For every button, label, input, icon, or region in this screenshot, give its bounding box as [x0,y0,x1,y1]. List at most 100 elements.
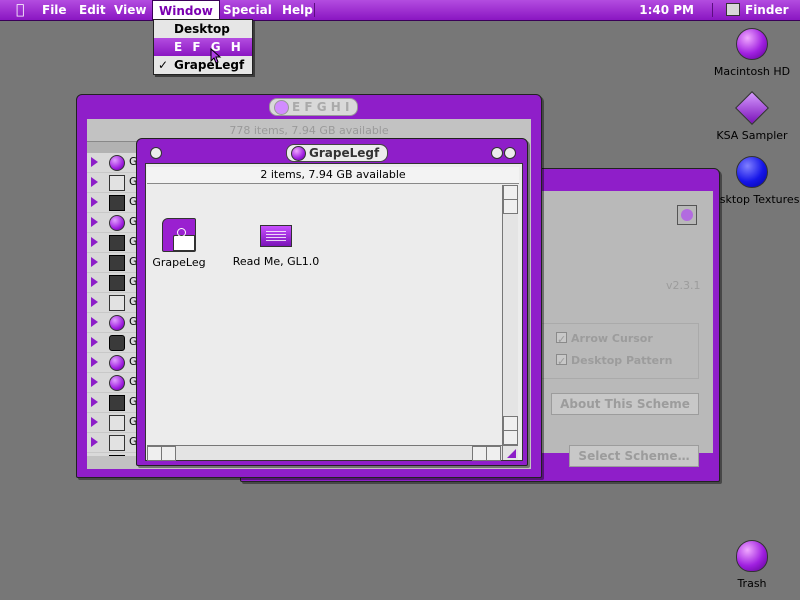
list-item[interactable]: G [87,293,139,313]
menu-file[interactable]: File [36,0,73,20]
hard-drive-icon [736,28,768,60]
list-item[interactable]: G [87,253,139,273]
list-item[interactable]: G [87,153,139,173]
disclosure-triangle-icon[interactable] [91,437,98,447]
file-item[interactable]: Read Me, GL1.0 [231,221,321,268]
select-scheme-button[interactable]: Select Scheme… [569,445,699,467]
scroll-down-icon[interactable] [503,430,518,445]
list-item[interactable]: G [87,213,139,233]
checkbox-icon: ✓ [556,332,567,346]
about-scheme-button[interactable]: About This Scheme [551,393,699,415]
scroll-left-icon[interactable] [161,446,176,461]
disclosure-triangle-icon[interactable] [91,397,98,407]
document-icon [260,225,292,247]
list-item[interactable]: G [87,413,139,433]
desktop-icon-macintosh-hd[interactable]: Macintosh HD [697,28,800,78]
app-icon [109,195,125,211]
app-icon [109,275,125,291]
vertical-scrollbar[interactable] [502,185,518,445]
disclosure-triangle-icon[interactable] [91,297,98,307]
disclosure-triangle-icon[interactable] [91,377,98,387]
menu-item-grapelegf[interactable]: ✓ GrapeLegf [154,56,252,74]
desktop-icon-label: KSA Sampler [716,129,788,142]
app-icon [109,175,125,191]
list-item[interactable]: G [87,453,139,456]
horizontal-scrollbar[interactable] [147,445,502,461]
grapelegf-window[interactable]: GrapeLegf 2 items, 7.94 GB available Gra… [136,138,528,466]
image-file-icon [109,235,125,251]
list-item[interactable]: G [87,233,139,253]
scroll-right-icon[interactable] [472,446,487,461]
menu-separator [314,3,315,17]
disclosure-triangle-icon[interactable] [91,177,98,187]
collapse-box-icon[interactable] [504,147,516,159]
folder-icon [109,215,125,231]
desktop-icon-trash[interactable]: Trash [697,540,800,590]
window-title[interactable]: E F G H I [269,98,359,116]
list-item[interactable]: G [87,373,139,393]
window-info: 2 items, 7.94 GB available [147,167,519,184]
application-menu[interactable]: Finder [720,0,795,20]
disclosure-triangle-icon[interactable] [91,257,98,267]
window-title[interactable]: GrapeLegf [286,144,389,162]
diamond-app-icon [735,91,769,125]
window-title-icon [291,146,306,161]
scroll-left-icon[interactable] [147,446,162,461]
disclosure-triangle-icon[interactable] [91,417,98,427]
image-file-icon [109,255,125,271]
window-title-label: E F G H I [292,100,350,114]
disclosure-triangle-icon[interactable] [91,317,98,327]
checkbox-icon: ✓ [556,354,567,368]
arrow-cursor-label: Arrow Cursor [571,332,653,345]
scheme-preview-button[interactable] [677,205,697,225]
list-item[interactable]: G [87,353,139,373]
list-item[interactable]: G [87,193,139,213]
menu-special[interactable]: Special [217,0,278,20]
list-item[interactable]: G [87,333,139,353]
checkmark-icon: ✓ [158,58,169,72]
scroll-down-icon[interactable] [503,416,518,431]
list-item[interactable]: G [87,393,139,413]
menu-item-desktop[interactable]: Desktop [154,20,252,38]
disclosure-triangle-icon[interactable] [91,277,98,287]
list-item[interactable]: G [87,313,139,333]
disclosure-triangle-icon[interactable] [91,197,98,207]
disclosure-triangle-icon[interactable] [91,237,98,247]
list-item[interactable]: G [87,433,139,453]
zoom-box-icon[interactable] [491,147,503,159]
menu-clock[interactable]: 1:40 PM [633,0,700,20]
resize-handle-icon[interactable] [502,445,518,460]
scheme-sphere-icon [681,209,693,221]
finder-icon [726,3,740,16]
file-item[interactable]: GrapeLeg [149,218,209,269]
options-group: ✓ Arrow Cursor ✓ Desktop Pattern [541,323,699,379]
window-title-icon [274,100,289,115]
trash-icon [736,540,768,572]
disclosure-triangle-icon[interactable] [91,357,98,367]
arrow-cursor-option[interactable]: ✓ Arrow Cursor [556,332,653,346]
disclosure-triangle-icon[interactable] [91,217,98,227]
list-item[interactable]: G [87,273,139,293]
folder-icon [109,355,125,371]
desktop-icon-ksa-sampler[interactable]: KSA Sampler [697,91,800,142]
close-box-icon[interactable] [150,147,162,159]
document-icon [109,295,125,311]
disclosure-triangle-icon[interactable] [91,337,98,347]
version-label: v2.3.1 [666,279,701,292]
disclosure-triangle-icon[interactable] [91,157,98,167]
desktop-pattern-option[interactable]: ✓ Desktop Pattern [556,354,672,368]
scroll-up-icon[interactable] [503,199,518,214]
menu-window[interactable]: Window [152,0,220,20]
desktop-icon-label: Macintosh HD [713,65,791,78]
menu-item-efghi[interactable]: E F G H I [154,38,252,72]
file-item-label: GrapeLeg [152,256,206,269]
menu-bar:  File Edit View Window Special Help 1:4… [0,0,800,21]
apple-menu-icon[interactable]:  [10,0,30,20]
menu-item-label: Desktop [174,22,230,36]
menu-edit[interactable]: Edit [73,0,112,20]
scroll-up-icon[interactable] [503,185,518,200]
menu-help[interactable]: Help [276,0,319,20]
list-item[interactable]: G [87,173,139,193]
menu-view[interactable]: View [108,0,152,20]
scroll-right-icon[interactable] [486,446,501,461]
